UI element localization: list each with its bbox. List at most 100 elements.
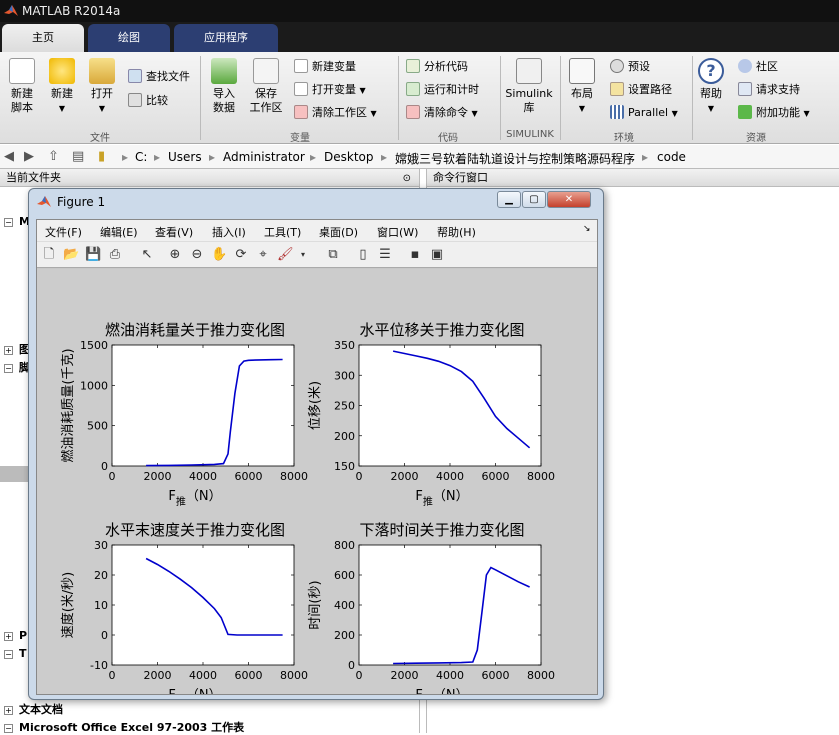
tab-plots[interactable]: 绘图 bbox=[88, 24, 170, 52]
simulink-library-button[interactable]: Simulink 库 bbox=[504, 58, 554, 115]
x-axis-label: F推（N） bbox=[168, 489, 221, 508]
figure-title: Figure 1 bbox=[57, 195, 106, 209]
tree-item-p[interactable]: + P bbox=[4, 629, 27, 642]
clear-commands-button[interactable]: 清除命令 ▼ bbox=[406, 104, 478, 122]
chart-title: 水平位移关于推力变化图 bbox=[359, 321, 524, 339]
simulink-group-label: SIMULINK bbox=[506, 129, 554, 140]
save-icon[interactable]: 💾 bbox=[85, 247, 101, 263]
tree-item-t[interactable]: − T bbox=[4, 647, 27, 660]
import-icon bbox=[211, 58, 237, 84]
close-button[interactable]: ✕ bbox=[547, 191, 591, 208]
show-plot-tools-icon[interactable]: ▣ bbox=[429, 247, 445, 263]
panel-menu-icon[interactable]: ⊙ bbox=[403, 170, 411, 188]
breadcrumb-project[interactable]: 嫦娥三号软着陆轨道设计与控制策略源码程序 bbox=[395, 150, 635, 167]
maximize-button[interactable]: ▢ bbox=[522, 191, 546, 208]
print-icon[interactable]: ⎙ bbox=[107, 247, 123, 263]
up-folder-icon[interactable]: ⇧ bbox=[48, 149, 59, 164]
axes-box bbox=[358, 544, 542, 666]
zoom-in-icon[interactable]: ⊕ bbox=[167, 247, 183, 263]
open-variable-icon bbox=[294, 82, 308, 96]
y-tick-label: -10 bbox=[90, 659, 108, 672]
breadcrumb-administrator[interactable]: Administrator bbox=[223, 150, 305, 164]
ribbon-separator bbox=[200, 56, 201, 140]
x-tick-label: 8000 bbox=[527, 669, 555, 682]
breadcrumb-users[interactable]: Users bbox=[168, 150, 202, 164]
browse-folder-icon[interactable]: ▤ bbox=[72, 149, 84, 164]
parallel-button[interactable]: Parallel ▼ bbox=[610, 104, 678, 122]
forward-arrow-icon[interactable]: ▶ bbox=[24, 149, 34, 164]
tab-apps[interactable]: 应用程序 bbox=[174, 24, 278, 52]
tab-home[interactable]: 主页 bbox=[2, 24, 84, 52]
x-tick-label: 6000 bbox=[482, 470, 510, 483]
clear-commands-icon bbox=[406, 105, 420, 119]
community-button[interactable]: 社区 bbox=[738, 58, 778, 76]
tree-item-text-docs[interactable]: + 文本文档 bbox=[4, 701, 63, 717]
y-axis-label: 时间(秒) bbox=[308, 580, 323, 629]
zoom-out-icon[interactable]: ⊖ bbox=[189, 247, 205, 263]
preferences-button[interactable]: 预设 bbox=[610, 58, 650, 76]
menu-file[interactable]: 文件(F) bbox=[45, 224, 82, 240]
analyze-code-icon bbox=[406, 59, 420, 73]
breadcrumb-code[interactable]: code bbox=[657, 150, 686, 164]
x-tick-label: 4000 bbox=[189, 669, 217, 682]
tree-item-figures[interactable]: + 图 bbox=[4, 341, 30, 357]
minimize-button[interactable]: ▁ bbox=[497, 191, 521, 208]
legend-icon[interactable]: ☰ bbox=[377, 247, 393, 263]
open-file-icon[interactable]: 📂 bbox=[63, 247, 79, 263]
menu-insert[interactable]: 插入(I) bbox=[212, 224, 246, 240]
figure-window[interactable]: Figure 1 ▁ ▢ ✕ 文件(F) 编辑(E) 查看(V) 插入(I) 工… bbox=[28, 188, 604, 707]
hide-plot-tools-icon[interactable]: ▪ bbox=[407, 247, 423, 263]
set-path-button[interactable]: 设置路径 bbox=[610, 81, 672, 99]
brush-icon[interactable]: 🖌 bbox=[277, 247, 294, 263]
colorbar-icon[interactable]: ▯ bbox=[355, 247, 371, 263]
chart-title: 水平末速度关于推力变化图 bbox=[105, 521, 285, 539]
data-cursor-icon[interactable]: ⌖ bbox=[255, 247, 271, 263]
window-titlebar: MATLAB R2014a bbox=[0, 0, 839, 22]
menu-help[interactable]: 帮助(H) bbox=[437, 224, 476, 240]
analyze-code-button[interactable]: 分析代码 bbox=[406, 58, 468, 76]
x-axis-label: F推（N） bbox=[415, 688, 468, 694]
help-icon: ? bbox=[698, 58, 724, 84]
open-button[interactable]: 打开 ▼ bbox=[84, 58, 120, 116]
new-variable-button[interactable]: 新建变量 bbox=[294, 58, 356, 76]
run-and-time-button[interactable]: 运行和计时 bbox=[406, 81, 479, 99]
edit-plot-arrow-icon[interactable]: ↖ bbox=[139, 247, 155, 263]
menu-window[interactable]: 窗口(W) bbox=[377, 224, 418, 240]
x-tick-label: 2000 bbox=[391, 669, 419, 682]
back-arrow-icon[interactable]: ◀ bbox=[4, 149, 14, 164]
open-variable-button[interactable]: 打开变量 ▼ bbox=[294, 81, 366, 99]
new-script-button[interactable]: 新建 脚本 bbox=[4, 58, 40, 115]
menu-desktop[interactable]: 桌面(D) bbox=[319, 224, 358, 240]
chevron-down-icon: ▼ bbox=[58, 104, 66, 113]
save-workspace-button[interactable]: 保存 工作区 bbox=[246, 58, 286, 115]
ribbon-separator bbox=[398, 56, 399, 140]
menu-edit[interactable]: 编辑(E) bbox=[100, 224, 138, 240]
y-tick-label: 1500 bbox=[80, 339, 108, 352]
menu-view[interactable]: 查看(V) bbox=[155, 224, 193, 240]
environment-group-label: 环境 bbox=[614, 133, 634, 144]
link-plot-icon[interactable]: ⧉ bbox=[325, 247, 341, 263]
dock-arrow-icon[interactable]: ↘ bbox=[583, 224, 591, 234]
new-figure-icon[interactable]: 🗋 bbox=[41, 247, 57, 263]
new-button[interactable]: 新建 ▼ bbox=[44, 58, 80, 116]
rotate-3d-icon[interactable]: ⟳ bbox=[233, 247, 249, 263]
add-ons-button[interactable]: 附加功能 ▼ bbox=[738, 104, 810, 122]
tree-item-scripts[interactable]: − 脚 bbox=[4, 359, 30, 375]
layout-button[interactable]: 布局 ▼ bbox=[564, 58, 600, 116]
add-ons-icon bbox=[738, 105, 752, 119]
chevron-down-icon[interactable]: ▾ bbox=[295, 247, 311, 263]
find-files-button[interactable]: 查找文件 bbox=[128, 68, 190, 86]
compare-button[interactable]: 比较 bbox=[128, 92, 168, 110]
clear-workspace-button[interactable]: 清除工作区 ▼ bbox=[294, 104, 377, 122]
request-support-button[interactable]: 请求支持 bbox=[738, 81, 800, 99]
help-button[interactable]: ? 帮助 ▼ bbox=[696, 58, 726, 116]
breadcrumb-desktop[interactable]: Desktop bbox=[324, 150, 374, 164]
ribbon-tabstrip: 主页 绘图 应用程序 bbox=[0, 22, 839, 52]
selected-row[interactable] bbox=[0, 466, 30, 482]
pan-hand-icon[interactable]: ✋ bbox=[211, 247, 227, 263]
tree-item-m[interactable]: − M bbox=[4, 215, 30, 228]
y-tick-label: 300 bbox=[334, 369, 355, 382]
menu-tools[interactable]: 工具(T) bbox=[264, 224, 301, 240]
import-data-button[interactable]: 导入 数据 bbox=[206, 58, 242, 115]
breadcrumb-c[interactable]: C: bbox=[135, 150, 147, 164]
